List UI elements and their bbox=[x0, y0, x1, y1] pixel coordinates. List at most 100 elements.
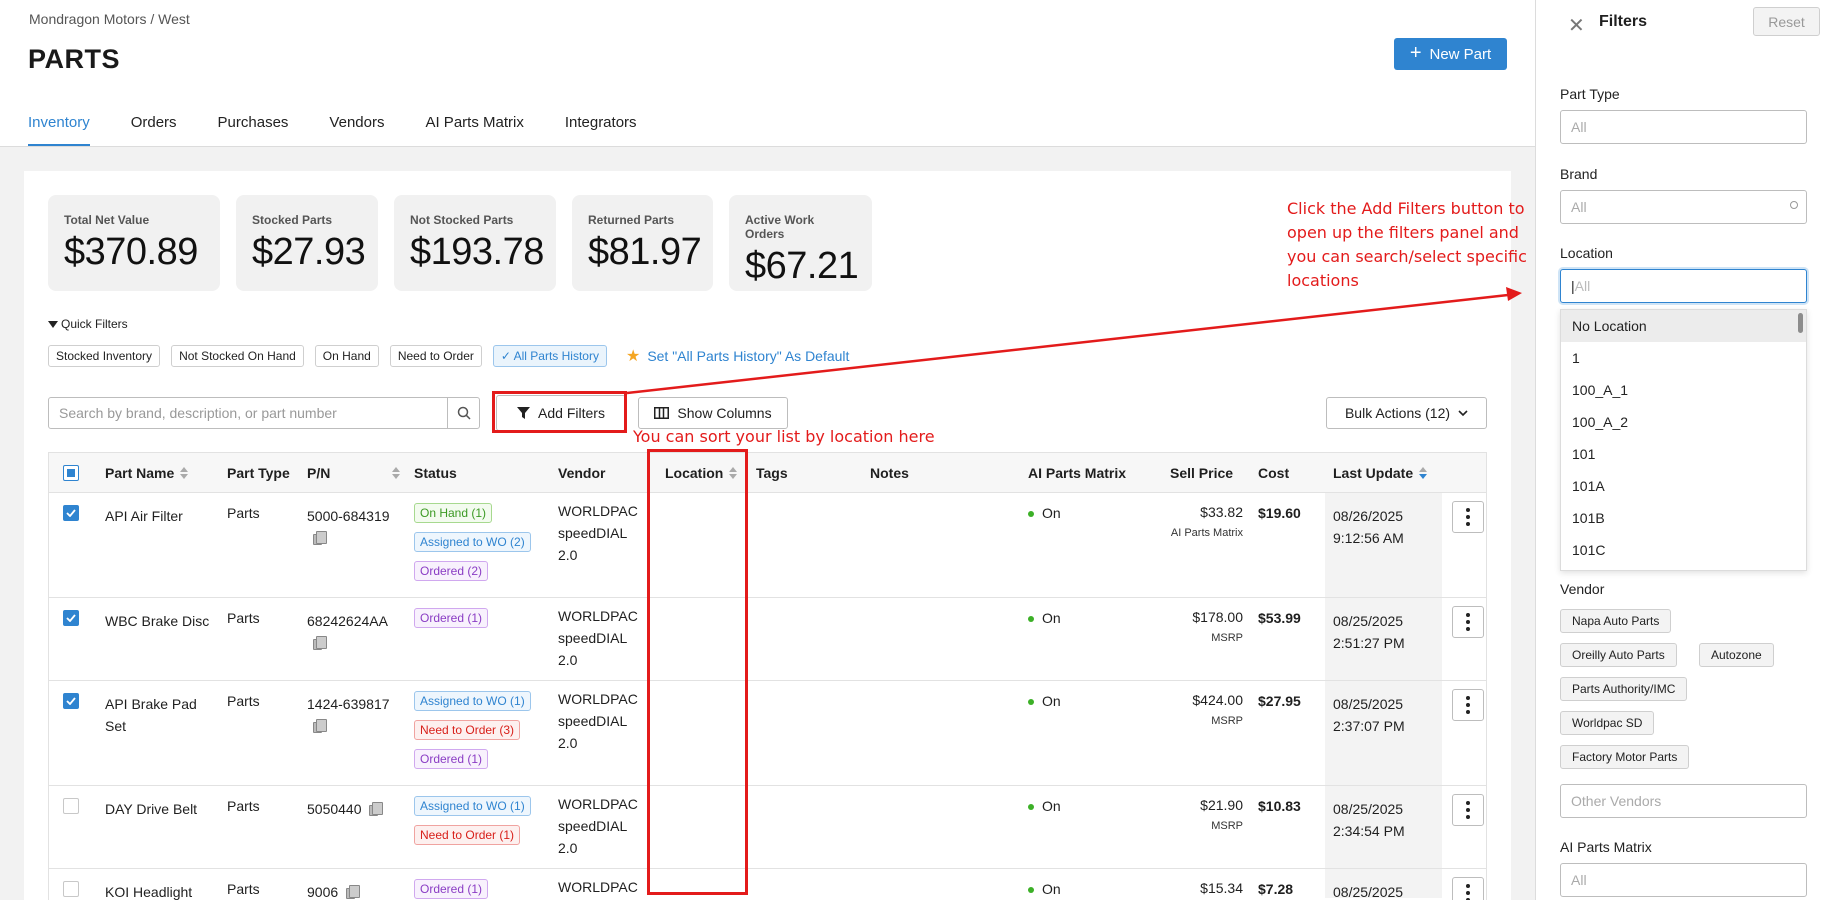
select-all-checkbox[interactable] bbox=[63, 465, 79, 481]
checkbox-partial bbox=[63, 465, 79, 481]
vendor-line: speedDIAL bbox=[558, 630, 628, 646]
quick-filter-on-hand[interactable]: On Hand bbox=[314, 345, 379, 367]
annotation-sort-note: You can sort your list by location here bbox=[633, 427, 935, 446]
location-option[interactable]: 100_A_1 bbox=[1561, 374, 1806, 406]
vendor-chip[interactable]: Parts Authority/IMC bbox=[1560, 677, 1688, 701]
part-name[interactable]: DAY Drive Belt bbox=[105, 798, 220, 820]
vendor-chip[interactable]: Autozone bbox=[1699, 643, 1774, 667]
row-checkbox[interactable] bbox=[63, 610, 79, 626]
vendor-chip[interactable]: Worldpac SD bbox=[1560, 711, 1655, 735]
status-badges: Assigned to WO (1) Need to Order (3) Ord… bbox=[414, 691, 531, 778]
vendor-line: speedDIAL bbox=[558, 525, 628, 541]
tab-integrators[interactable]: Integrators bbox=[565, 114, 637, 146]
search-button[interactable] bbox=[447, 398, 479, 428]
row-actions-button[interactable] bbox=[1452, 689, 1484, 721]
vendor-chip[interactable]: Factory Motor Parts bbox=[1560, 745, 1690, 769]
other-vendors-input[interactable]: Other Vendors bbox=[1560, 784, 1807, 818]
more-vertical-icon bbox=[1452, 794, 1484, 826]
table-row[interactable]: KOI Headlight Parts 9006 Ordered (1) WOR… bbox=[49, 869, 1486, 900]
quick-filter-all-parts-history[interactable]: ✓ All Parts History bbox=[492, 345, 607, 367]
location-option[interactable]: 100_A_2 bbox=[1561, 406, 1806, 438]
part-type-select[interactable]: All bbox=[1560, 110, 1807, 144]
part-name[interactable]: WBC Brake Disc bbox=[105, 610, 220, 632]
vendor-line: 2.0 bbox=[558, 652, 578, 668]
pn-text: 1424-639817 bbox=[307, 696, 390, 712]
part-number: 68242624AA bbox=[307, 610, 402, 654]
quick-filter-stocked-inventory[interactable]: Stocked Inventory bbox=[48, 345, 161, 367]
vendor-line: 2.0 bbox=[558, 840, 578, 856]
location-input[interactable]: | All bbox=[1560, 269, 1807, 303]
quick-filters-label: Quick Filters bbox=[61, 317, 128, 331]
copy-icon[interactable] bbox=[313, 530, 327, 545]
row-actions-button[interactable] bbox=[1452, 794, 1484, 826]
tab-inventory[interactable]: Inventory bbox=[28, 114, 90, 146]
tab-orders[interactable]: Orders bbox=[131, 114, 177, 146]
status-dot-icon bbox=[1028, 804, 1034, 811]
breadcrumb[interactable]: Mondragon Motors / West bbox=[29, 11, 190, 27]
sell-price-value: $424.00 bbox=[1192, 692, 1243, 708]
stat-value: $193.78 bbox=[410, 231, 544, 273]
row-actions-button[interactable] bbox=[1452, 877, 1484, 900]
vendor-line: WORLDPAC bbox=[558, 608, 638, 624]
close-icon[interactable]: ✕ bbox=[1568, 13, 1585, 38]
row-checkbox[interactable] bbox=[63, 881, 79, 897]
row-actions-button[interactable] bbox=[1452, 501, 1484, 533]
header-last-update[interactable]: Last Update bbox=[1333, 465, 1428, 481]
update-time: 2:34:54 PM bbox=[1333, 823, 1405, 839]
table-row[interactable]: DAY Drive Belt Parts 5050440 Assigned to… bbox=[49, 786, 1486, 869]
search-input[interactable] bbox=[49, 398, 447, 428]
header-label: Part Type bbox=[227, 465, 290, 481]
vendor-chip[interactable]: Napa Auto Parts bbox=[1560, 609, 1672, 633]
header-pn[interactable]: P/N bbox=[307, 465, 401, 481]
status-badge: Ordered (1) bbox=[414, 879, 489, 899]
copy-icon[interactable] bbox=[346, 884, 361, 899]
new-part-button[interactable]: + New Part bbox=[1394, 38, 1507, 70]
row-checkbox[interactable] bbox=[63, 505, 79, 521]
location-option[interactable]: No Location bbox=[1561, 310, 1806, 342]
row-checkbox[interactable] bbox=[63, 798, 79, 814]
part-name[interactable]: API Air Filter bbox=[105, 505, 220, 527]
row-checkbox[interactable] bbox=[63, 693, 79, 709]
show-columns-button[interactable]: Show Columns bbox=[638, 397, 788, 429]
quick-filter-need-to-order[interactable]: Need to Order bbox=[389, 345, 482, 367]
ai-matrix-select[interactable]: All bbox=[1560, 863, 1807, 897]
tab-ai-parts-matrix[interactable]: AI Parts Matrix bbox=[425, 114, 523, 146]
location-option[interactable]: 101 bbox=[1561, 438, 1806, 470]
location-option[interactable]: 101A bbox=[1561, 470, 1806, 502]
ai-status-label: On bbox=[1042, 798, 1061, 814]
reset-button[interactable]: Reset bbox=[1753, 7, 1820, 36]
filters-panel: ✕ Filters Reset Part Type All Brand All … bbox=[1535, 0, 1827, 900]
parts-table: Part Name Part Type P/N Status Vendor Lo… bbox=[48, 452, 1487, 900]
status-badge: Assigned to WO (2) bbox=[414, 532, 531, 552]
ai-status-label: On bbox=[1042, 610, 1061, 626]
row-actions-button[interactable] bbox=[1452, 606, 1484, 638]
set-default-link[interactable]: ★ Set "All Parts History" As Default bbox=[626, 346, 849, 366]
brand-select[interactable]: All bbox=[1560, 190, 1807, 224]
tab-vendors[interactable]: Vendors bbox=[329, 114, 384, 146]
location-option[interactable]: 101B bbox=[1561, 502, 1806, 534]
sort-icon bbox=[180, 467, 189, 479]
vendor-cell: WORLDPAC speedDIAL 2.0 bbox=[558, 688, 638, 754]
part-name[interactable]: API Brake Pad Set bbox=[105, 693, 205, 737]
location-option[interactable]: 101C bbox=[1561, 534, 1806, 566]
copy-icon[interactable] bbox=[313, 635, 327, 650]
plus-icon: + bbox=[1409, 42, 1422, 64]
copy-icon[interactable] bbox=[313, 718, 327, 733]
table-row[interactable]: WBC Brake Disc Parts 68242624AA Ordered … bbox=[49, 598, 1486, 681]
sell-price-source: AI Parts Matrix bbox=[1170, 527, 1243, 539]
check-icon bbox=[66, 509, 76, 517]
vendor-chip[interactable]: Oreilly Auto Parts bbox=[1560, 643, 1677, 667]
quick-filter-not-stocked-on-hand[interactable]: Not Stocked On Hand bbox=[171, 345, 304, 367]
tab-purchases[interactable]: Purchases bbox=[218, 114, 289, 146]
table-row[interactable]: API Brake Pad Set Parts 1424-639817 Assi… bbox=[49, 681, 1486, 786]
dropdown-scrollbar[interactable] bbox=[1798, 313, 1803, 333]
copy-icon[interactable] bbox=[369, 801, 384, 816]
header-label: Part Name bbox=[105, 465, 175, 481]
location-option[interactable]: 1 bbox=[1561, 342, 1806, 374]
check-icon: ✓ bbox=[500, 349, 514, 363]
more-vertical-icon bbox=[1452, 501, 1484, 533]
bulk-actions-dropdown[interactable]: Bulk Actions (12) bbox=[1326, 397, 1487, 429]
table-row[interactable]: API Air Filter Parts 5000-684319 On Hand… bbox=[49, 493, 1486, 598]
header-part-name[interactable]: Part Name bbox=[105, 465, 189, 481]
part-name[interactable]: KOI Headlight bbox=[105, 881, 220, 900]
